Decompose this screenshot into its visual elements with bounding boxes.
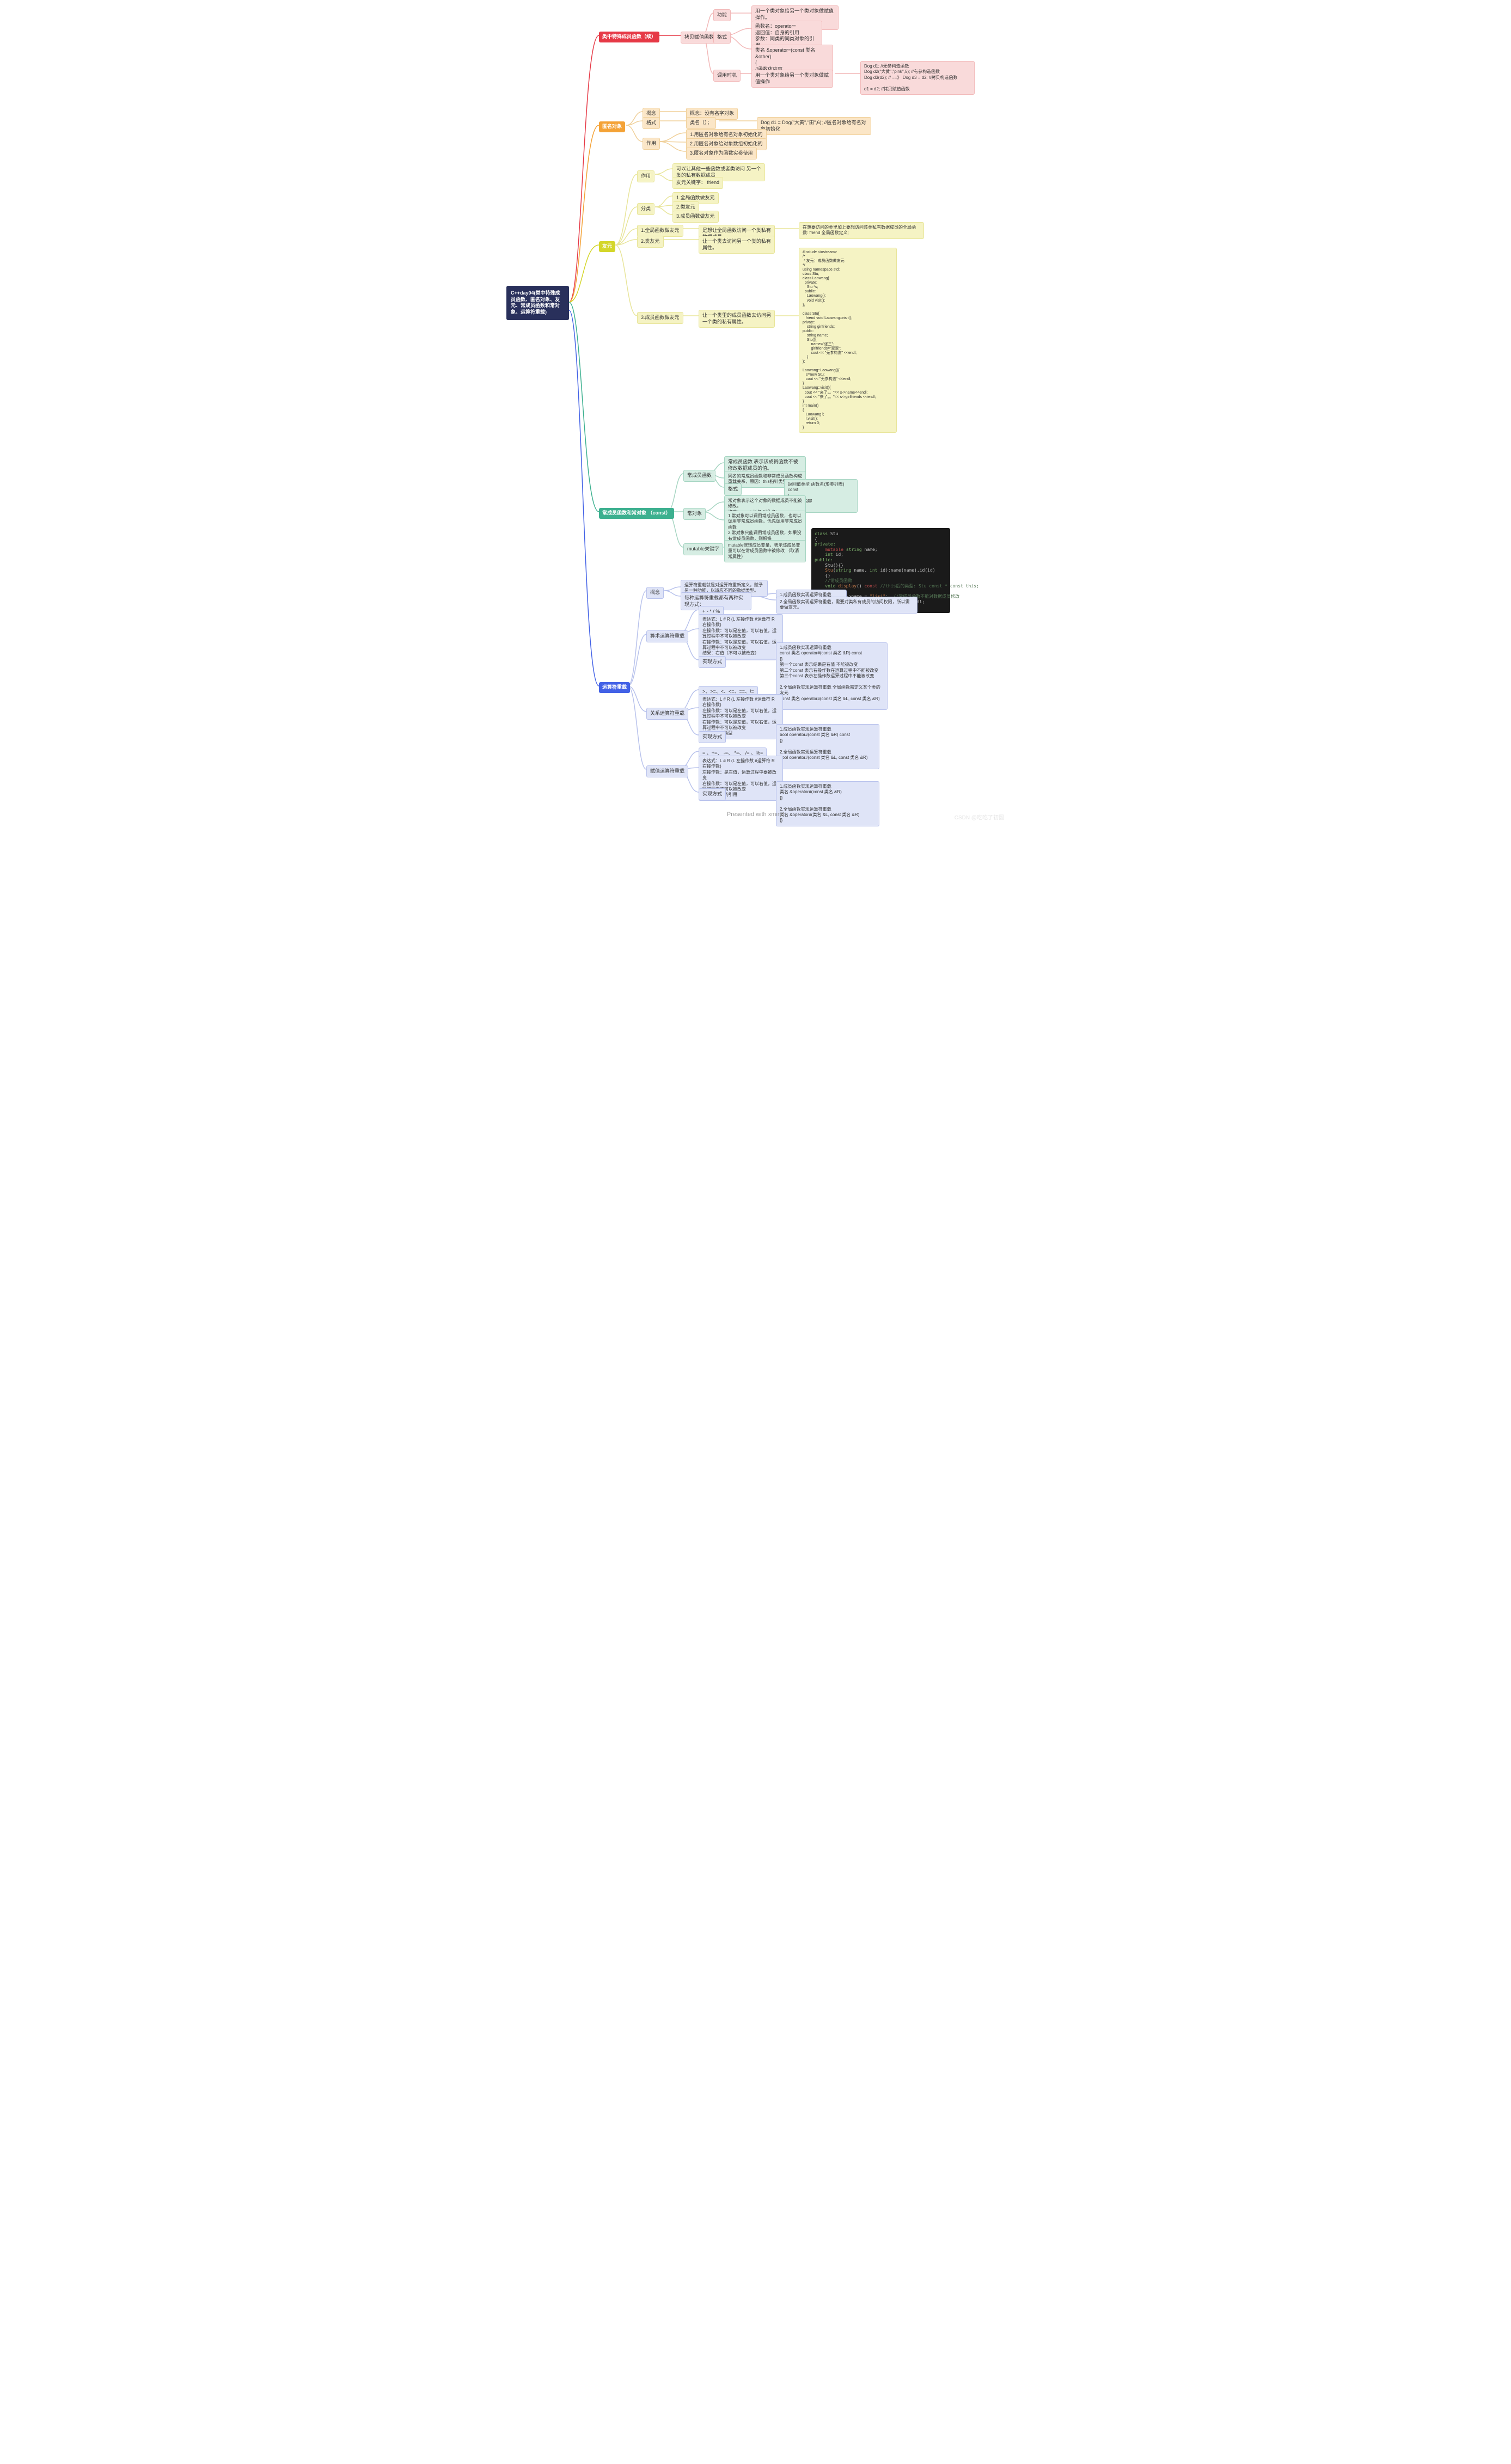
anon-format: 格式 (643, 117, 660, 129)
node-timing-ex: Dog d1; //无参构造函数 Dog d2("大黄","pink",5); … (860, 61, 975, 95)
branch-anonymous: 匿名对象 (599, 121, 625, 132)
root-node: C++day04(类中特殊成员函数、匿名对象、友元、常成员函数和常对象、运算符重… (506, 286, 569, 320)
branch-special-member: 类中特殊成员函数（续） (599, 32, 659, 42)
anon-format-ex: Dog d1 = Dog("大黄","田",6); //匿名对象给有名对象初始化 (757, 117, 871, 135)
anon-format-t: 类名（）； (686, 117, 716, 129)
friend-use: 作用 (637, 170, 654, 182)
footer: Presented with xmind (727, 811, 784, 818)
anon-use: 作用 (643, 138, 660, 150)
friend-class: 2.类友元 (637, 236, 664, 248)
friend-member: 3.成员函数做友元 (637, 312, 683, 324)
branch-const: 常成员函数和常对象 （const） (599, 508, 674, 519)
mutable-t: mutable修饰成员变量，表示该成员变量可以在常成员函数中被修改 （取消常属性… (724, 540, 806, 562)
op-assign-impl: 实现方式 (699, 788, 726, 800)
op-method-2: 2.全局函数实现运算符重载，需要对类私有成员的访问权限，所以需要做友元。 (776, 597, 917, 614)
watermark: CSDN @吃吃了初圆 (955, 813, 1004, 821)
const-func: 常成员函数 (683, 470, 715, 482)
friend-cat-3: 3.成员函数做友元 (672, 211, 719, 223)
op-rel-impl-t: 1.成员函数实现运算符重载 bool operator#(const 类名 &R… (776, 724, 879, 769)
op-arith-desc: 表达式：L # R (L 左操作数 #运算符 R 右操作数) 左操作数：可以是左… (699, 614, 783, 659)
anon-use-3: 3.匿名对象作为函数实参使用 (686, 148, 757, 160)
node-func: 功能 (713, 9, 731, 21)
friend-member-code: #include <iostream> /* * 友元：成员函数做友元 */ u… (799, 248, 897, 433)
node-copy-assign: 拷贝赋值函数 (681, 32, 718, 44)
op-rel-impl: 实现方式 (699, 731, 726, 743)
op-arith-impl: 实现方式 (699, 656, 726, 668)
friend-global-ex: 在想要访问的类里加上要想访问该类私有数据成员的全局函数: friend 全局函数… (799, 222, 924, 239)
op-assign-impl-t: 1.成员函数实现运算符重载 类名 &operator#(const 类名 &R)… (776, 781, 879, 826)
friend-class-t: 让一个类去访问另一个类的私有属性。 (699, 236, 775, 254)
node-timing-t: 用一个类对象给另一个类对象做赋值操作 (751, 70, 833, 88)
const-obj-n: 1.常对象可以调用常成员函数，也可以调用非常成员函数，优先调用非常成员函数 2.… (724, 511, 806, 544)
op-arith: 算术运算符重载 (646, 630, 688, 642)
node-format: 格式 (713, 32, 731, 44)
node-timing: 调用时机 (713, 70, 741, 82)
op-assign: 赋值运算符重载 (646, 765, 688, 777)
const-obj: 常对象 (683, 508, 706, 520)
branch-operator: 运算符重载 (599, 682, 630, 693)
op-rel: 关系运算符重载 (646, 708, 688, 720)
friend-cat: 分类 (637, 203, 654, 215)
friend-member-t: 让一个类里的成员函数去访问另一个类的私有属性。 (699, 310, 775, 328)
const-func-fmt: 格式 (724, 483, 742, 495)
op-concept: 概念 (646, 587, 664, 599)
friend-global: 1.全局函数做友元 (637, 225, 683, 237)
mutable: mutable关键字 (683, 543, 723, 555)
friend-use-t2: 友元关键字： friend (672, 177, 723, 189)
op-arith-impl-t: 1.成员函数实现运算符重载 const 类名 operator#(const 类… (776, 642, 888, 710)
branch-friend: 友元 (599, 241, 615, 252)
